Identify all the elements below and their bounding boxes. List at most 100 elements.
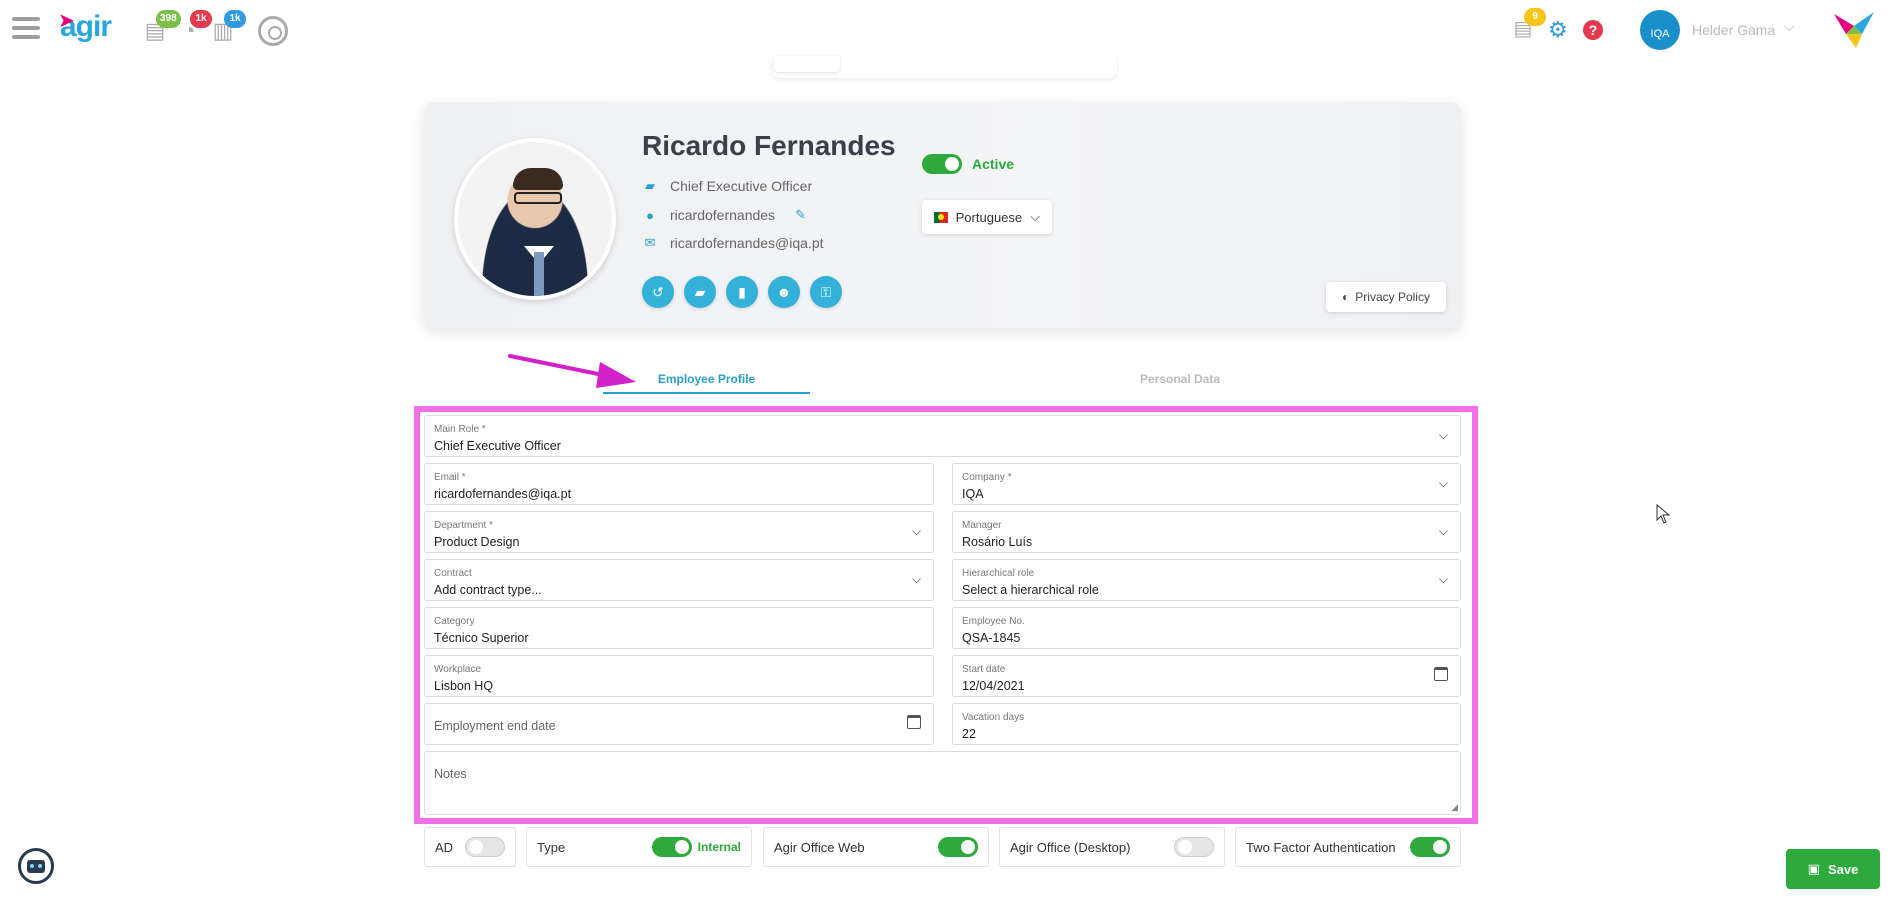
- documents-icon[interactable]: ▥ 1k: [210, 10, 246, 44]
- chevron-down-icon: ⌵: [911, 524, 921, 538]
- workplace-label: Workplace: [434, 664, 482, 675]
- office-desktop-toggle[interactable]: [1174, 837, 1214, 857]
- privacy-policy-button[interactable]: ◐ Privacy Policy: [1326, 282, 1446, 312]
- office-desktop-switch-box: Agir Office (Desktop): [999, 827, 1225, 867]
- bird-logo-icon: ➤: [58, 10, 75, 32]
- tab-employee-profile[interactable]: Employee Profile: [603, 372, 810, 386]
- chevron-down-icon: ⌵: [1438, 476, 1448, 490]
- chevron-down-icon[interactable]: ⌵: [1784, 18, 1795, 35]
- save-button[interactable]: ▣ Save: [1786, 849, 1880, 889]
- job-title: Chief Executive Officer: [670, 178, 813, 194]
- calendar-icon[interactable]: [907, 715, 921, 729]
- user-key-icon[interactable]: ⚿: [810, 276, 842, 308]
- vacation-days-field[interactable]: Vacation days 22: [952, 703, 1461, 745]
- notes-textarea[interactable]: Notes ◢: [424, 751, 1461, 815]
- office-web-toggle[interactable]: [938, 837, 978, 857]
- save-label: Save: [1827, 861, 1859, 877]
- ad-toggle[interactable]: [465, 837, 505, 857]
- manager-value: Rosário Luís: [962, 535, 1033, 549]
- building-icon[interactable]: ▮: [726, 276, 758, 308]
- user-name[interactable]: Helder Gama: [1692, 22, 1775, 38]
- team-icon[interactable]: ☻: [768, 276, 800, 308]
- tasks-icon[interactable]: ▤ 398: [142, 10, 181, 44]
- notes-icon[interactable]: ▤ 9: [1510, 8, 1546, 42]
- tab-personal-data[interactable]: Personal Data: [1080, 372, 1280, 386]
- contract-select[interactable]: Contract Add contract type... ⌵: [424, 559, 934, 601]
- notes-badge: 9: [1524, 8, 1546, 26]
- hierarchical-role-select[interactable]: Hierarchical role Select a hierarchical …: [952, 559, 1461, 601]
- org-logo[interactable]: IQA: [1640, 10, 1680, 50]
- manager-select[interactable]: Manager Rosário Luís ⌵: [952, 511, 1461, 553]
- active-label: Active: [972, 156, 1015, 172]
- email-label: Email *: [434, 472, 466, 483]
- workplace-field[interactable]: Workplace Lisbon HQ: [424, 655, 934, 697]
- language-select[interactable]: Portuguese ⌵: [922, 200, 1052, 234]
- briefcase-button-icon[interactable]: ▰: [684, 276, 716, 308]
- category-value: Técnico Superior: [434, 631, 529, 645]
- menu-icon[interactable]: [12, 17, 40, 41]
- start-date-field[interactable]: Start date 12/04/2021: [952, 655, 1461, 697]
- main-role-label: Main Role *: [434, 424, 486, 435]
- contract-value: Add contract type...: [434, 583, 542, 597]
- pencil-icon[interactable]: ✎: [795, 207, 806, 223]
- start-date-label: Start date: [962, 664, 1006, 675]
- vacation-days-label: Vacation days: [962, 712, 1025, 723]
- email-field[interactable]: Email * ricardofernandes@iqa.pt: [424, 463, 934, 505]
- ad-label: AD: [435, 839, 454, 855]
- email-value: ricardofernandes@iqa.pt: [434, 487, 572, 501]
- history-icon[interactable]: ↺: [642, 276, 674, 308]
- two-factor-toggle[interactable]: [1410, 837, 1450, 857]
- start-date-value: 12/04/2021: [962, 679, 1025, 693]
- user-icon: ●: [646, 207, 654, 223]
- category-field[interactable]: Category Técnico Superior: [424, 607, 934, 649]
- documents-badge: 1k: [224, 10, 246, 28]
- main-role-select[interactable]: Main Role * Chief Executive Officer ⌵: [424, 415, 1461, 457]
- ad-switch-box: AD: [424, 827, 516, 867]
- department-value: Product Design: [434, 535, 520, 549]
- contract-label: Contract: [434, 568, 472, 579]
- tab-active-indicator: [603, 392, 810, 394]
- username-line: ● ricardofernandes ✎: [642, 207, 806, 223]
- vacation-days-value: 22: [962, 727, 976, 741]
- language-label: Portuguese: [955, 209, 1023, 225]
- active-toggle[interactable]: [922, 154, 962, 174]
- workplace-value: Lisbon HQ: [434, 679, 494, 693]
- profile-card: Ricardo Fernandes ▰ Chief Executive Offi…: [424, 102, 1461, 328]
- brand-bird-icon: [1834, 12, 1874, 48]
- gear-icon[interactable]: ⚙: [1548, 19, 1568, 41]
- two-factor-switch-box: Two Factor Authentication: [1235, 827, 1461, 867]
- search-icon[interactable]: [258, 16, 288, 46]
- company-select[interactable]: Company * IQA ⌵: [952, 463, 1461, 505]
- chevron-down-icon: ⌵: [1438, 524, 1448, 538]
- portugal-flag-icon: [934, 211, 948, 223]
- type-toggle[interactable]: [651, 837, 692, 857]
- floppy-icon: ▣: [1807, 861, 1820, 876]
- help-icon[interactable]: ?: [1583, 20, 1603, 40]
- hierarchical-role-label: Hierarchical role: [962, 568, 1035, 579]
- company-value: IQA: [962, 487, 984, 501]
- category-label: Category: [434, 616, 475, 627]
- company-label: Company *: [962, 472, 1012, 483]
- employee-no-label: Employee No.: [962, 616, 1025, 627]
- chevron-down-icon: ⌵: [1438, 572, 1448, 586]
- department-label: Department *: [434, 520, 493, 531]
- employee-no-value: QSA-1845: [962, 631, 1021, 645]
- employment-end-date-field[interactable]: Employment end date: [424, 703, 934, 745]
- resize-handle-icon[interactable]: ◢: [1451, 802, 1458, 813]
- privacy-label: Privacy Policy: [1355, 290, 1430, 304]
- employee-no-field[interactable]: Employee No. QSA-1845: [952, 607, 1461, 649]
- app-logo[interactable]: ➤ agir: [58, 10, 112, 44]
- previous-card-edge: [772, 56, 1117, 78]
- type-label: Type: [537, 839, 566, 855]
- calendar-icon[interactable]: [1434, 667, 1448, 681]
- employee-name: Ricardo Fernandes: [642, 130, 896, 161]
- department-select[interactable]: Department * Product Design ⌵: [424, 511, 934, 553]
- chatbot-icon[interactable]: [18, 848, 54, 884]
- top-bar: ➤ agir ▤ 398 ◔ 1k ▥ 1k ▤ 9 ⚙ ? IQA Helder Gam…: [0, 0, 1890, 60]
- previous-card-tab: [774, 56, 840, 72]
- type-value: Internal: [697, 840, 741, 854]
- job-title-line: ▰ Chief Executive Officer: [642, 178, 812, 194]
- envelope-icon: ✉: [644, 235, 656, 250]
- clock-icon[interactable]: ◔ 1k: [176, 10, 212, 44]
- manager-label: Manager: [962, 520, 1002, 531]
